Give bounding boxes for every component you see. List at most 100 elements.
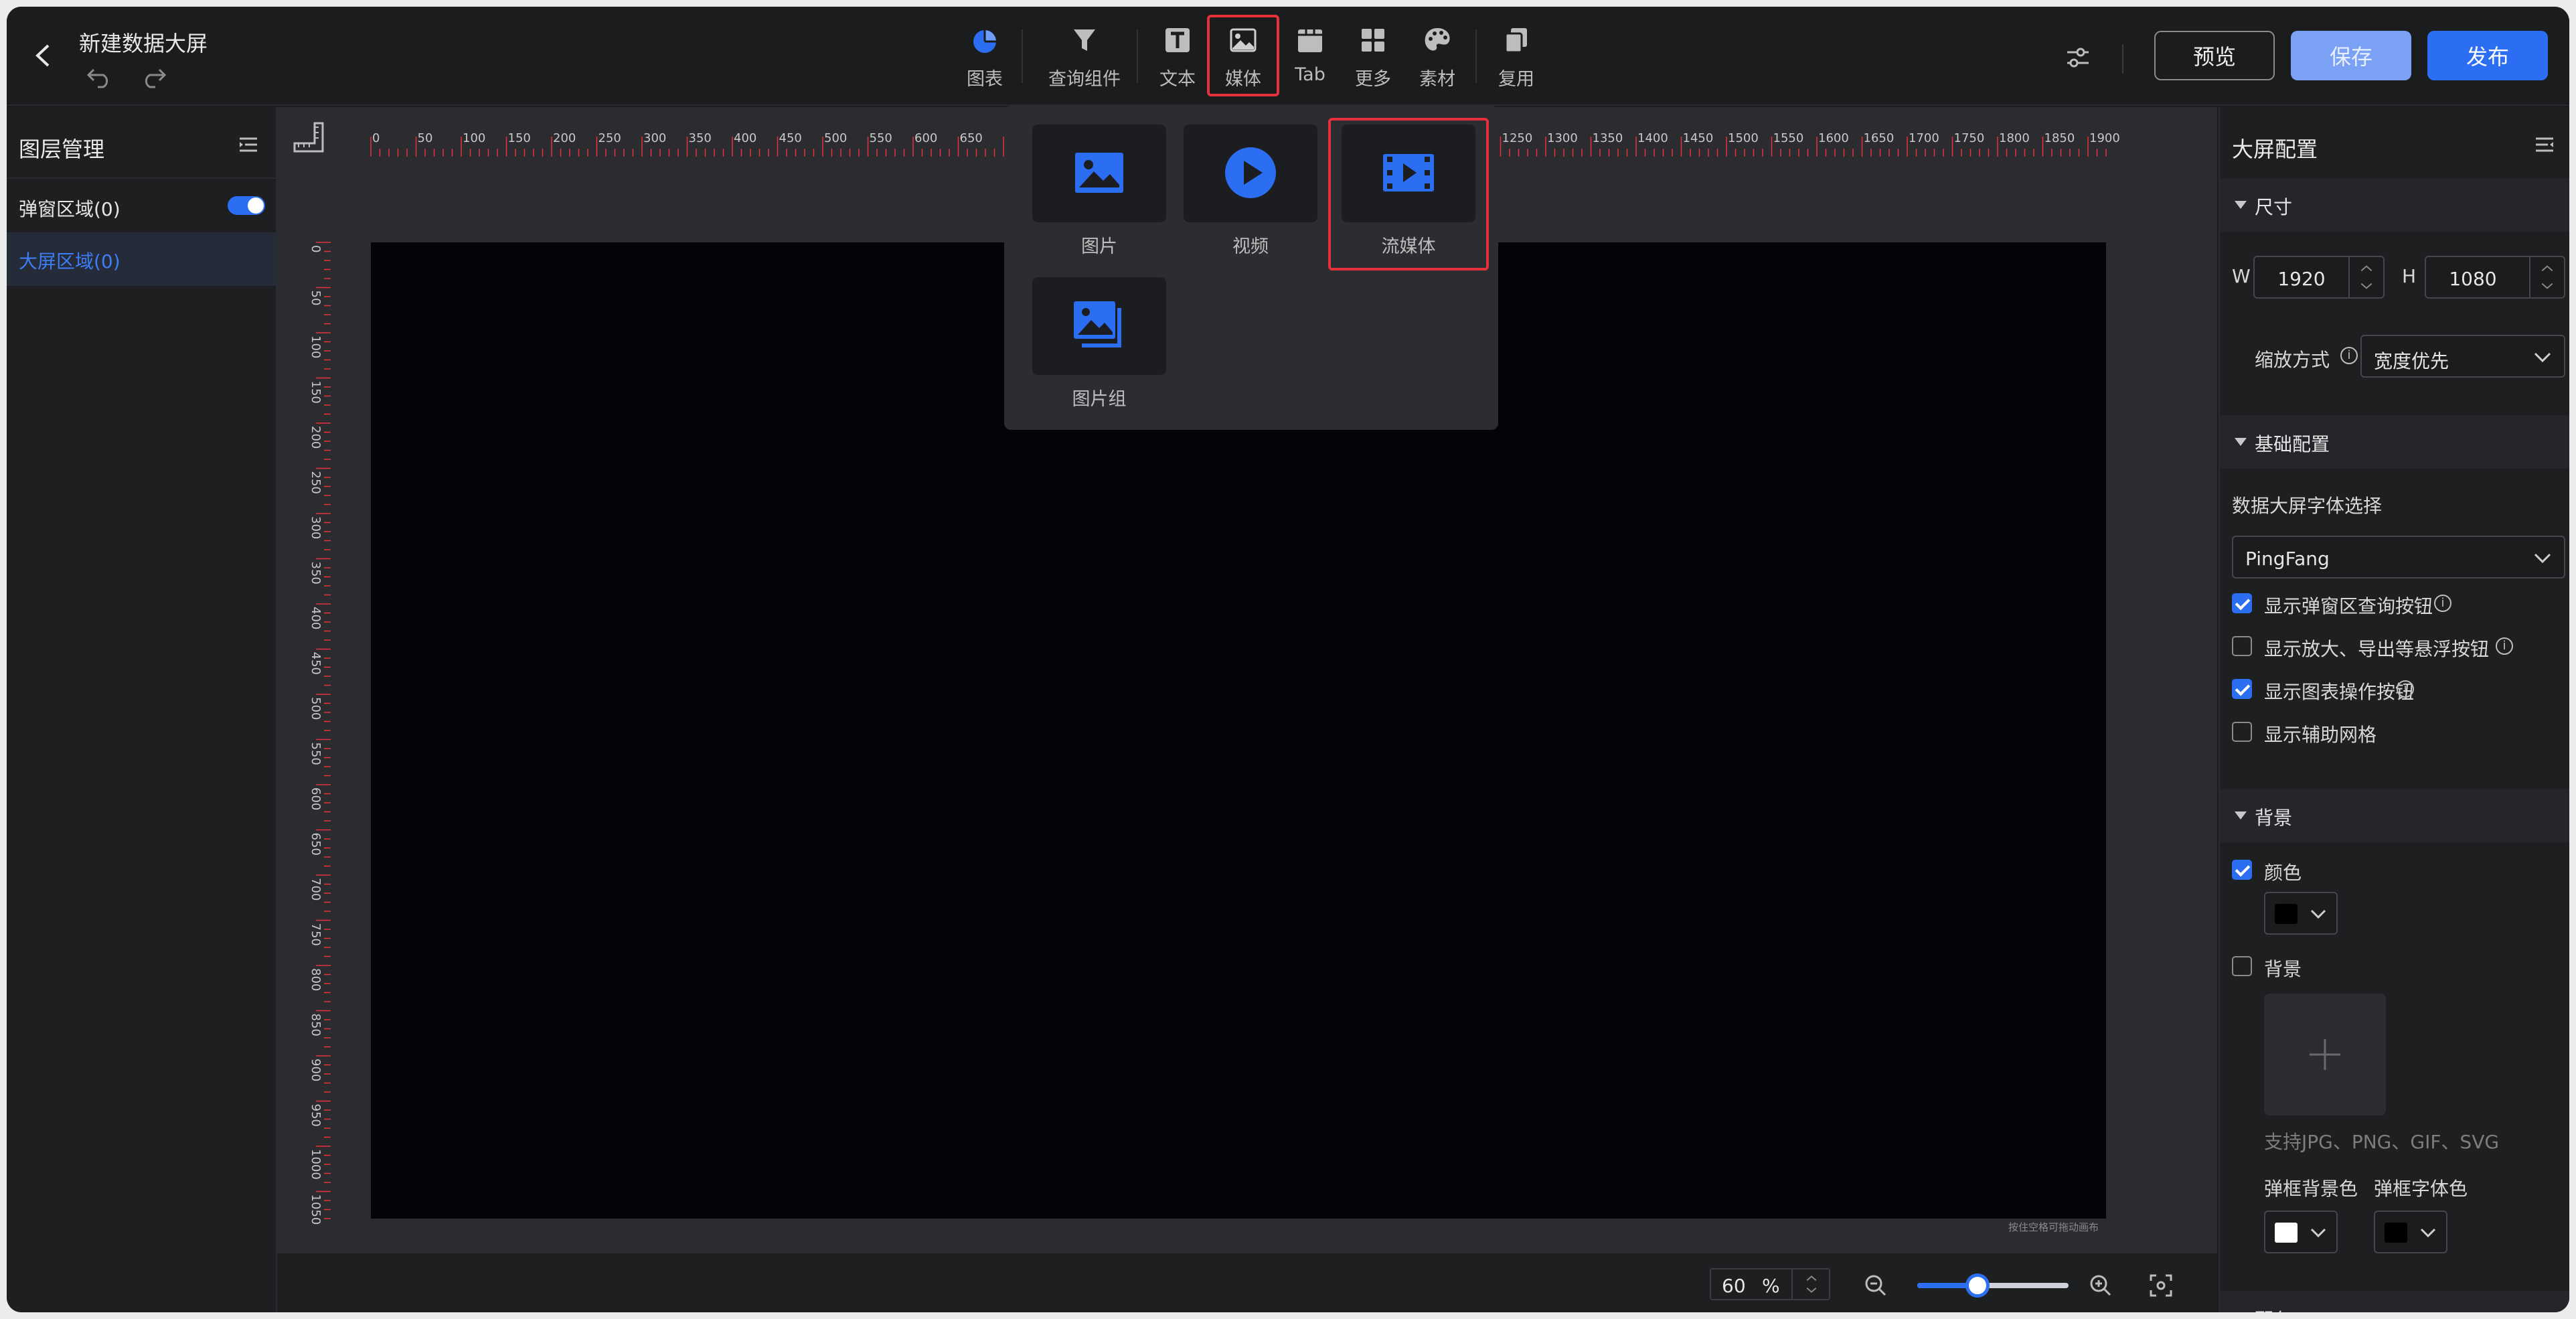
checkbox-bg-image[interactable] [2232, 956, 2252, 976]
info-icon[interactable]: i [2496, 637, 2513, 655]
popup-font-color-label: 弹框字体色 [2374, 1178, 2468, 1200]
tool-reuse-label: 复用 [1498, 69, 1534, 90]
checkbox-grid[interactable] [2232, 722, 2252, 742]
tool-material-label: 素材 [1419, 69, 1455, 90]
chevron-down-icon [2420, 1228, 2436, 1238]
page-title: 新建数据大屏 [79, 31, 208, 56]
fit-screen-icon[interactable] [2149, 1273, 2173, 1298]
back-arrow-icon[interactable] [27, 39, 60, 72]
color-scheme-section-title: 配色 [2255, 1306, 2292, 1312]
ruler-label: 900 [309, 1059, 323, 1081]
scale-mode-select[interactable]: 宽度优先 [2360, 335, 2565, 378]
scale-mode-value: 宽度优先 [2374, 350, 2449, 372]
ruler-label: 200 [553, 131, 576, 145]
tool-text[interactable]: 文本 [1155, 25, 1200, 92]
zoom-in-icon[interactable] [2089, 1273, 2113, 1298]
ruler-label: 100 [463, 131, 485, 145]
ruler-label: 1650 [1864, 131, 1895, 145]
undo-icon[interactable] [86, 64, 112, 88]
preview-button[interactable]: 预览 [2154, 31, 2275, 80]
screen-area-row[interactable]: 大屏区域(0) [7, 232, 276, 286]
ruler-corner-icon[interactable] [291, 119, 327, 155]
media-item-image[interactable]: 图片 [1032, 125, 1166, 258]
tool-tab[interactable]: Tab [1288, 25, 1332, 92]
popup-bg-color-label: 弹框背景色 [2264, 1178, 2358, 1200]
media-item-image-group[interactable]: 图片组 [1032, 277, 1166, 410]
collapse-menu-icon[interactable] [238, 135, 258, 154]
media-item-video[interactable]: 视频 [1184, 125, 1317, 258]
ruler-label: 300 [643, 131, 666, 145]
checkbox-popup-query[interactable] [2232, 593, 2252, 613]
ruler-label: 750 [309, 923, 323, 946]
color-scheme-section-header[interactable]: 配色 [2220, 1291, 2569, 1312]
ruler-label: 650 [960, 131, 983, 145]
tool-query[interactable]: 查询组件 [1044, 25, 1125, 92]
bg-color-picker[interactable] [2264, 892, 2338, 935]
media-dropdown: 图片 视频 流媒体 图片组 [1004, 106, 1498, 430]
ruler-label: 1250 [1502, 131, 1533, 145]
zoom-stepper-icon[interactable] [1791, 1269, 1830, 1299]
copy-icon [1504, 28, 1527, 54]
background-section-header[interactable]: 背景 [2220, 789, 2569, 842]
ruler-label: 1350 [1593, 131, 1623, 145]
ruler-label: 50 [309, 291, 323, 306]
ruler-label: 350 [689, 131, 712, 145]
tab-icon [1298, 29, 1322, 52]
stream-highlight-box [1328, 118, 1489, 270]
settings-sliders-icon[interactable] [2065, 46, 2091, 70]
font-select[interactable]: PingFang [2232, 536, 2565, 578]
zoom-out-icon[interactable] [1864, 1273, 1888, 1298]
upload-hint: 支持JPG、PNG、GIF、SVG [2264, 1131, 2500, 1153]
ruler-label: 250 [598, 131, 621, 145]
ruler-label: 200 [309, 426, 323, 449]
height-input[interactable]: 1080 [2425, 256, 2565, 299]
grid-icon [1362, 29, 1384, 52]
image-group-icon [1074, 301, 1121, 347]
width-input[interactable]: 1920 [2253, 256, 2385, 299]
redo-icon[interactable] [141, 64, 167, 88]
background-section-title: 背景 [2255, 807, 2293, 829]
zoom-input[interactable]: 60 % [1710, 1268, 1830, 1300]
basic-section-header[interactable]: 基础配置 [2220, 415, 2569, 469]
media-item-image-group-label: 图片组 [1072, 389, 1127, 410]
ruler-label: 150 [309, 381, 323, 404]
popup-area-row[interactable]: 弹窗区域(0) [7, 177, 276, 231]
bg-upload-box[interactable] [2264, 994, 2386, 1115]
zoom-slider-thumb[interactable] [1965, 1273, 1990, 1298]
media-item-image-label: 图片 [1081, 236, 1117, 257]
tool-material[interactable]: 素材 [1415, 25, 1459, 92]
zoom-unit: % [1762, 1275, 1780, 1297]
tool-chart[interactable]: 图表 [961, 25, 1008, 92]
panel-menu-icon[interactable] [2534, 135, 2555, 154]
height-stepper-icon[interactable] [2529, 257, 2564, 297]
tool-reuse[interactable]: 复用 [1494, 25, 1538, 92]
save-button[interactable]: 保存 [2291, 31, 2411, 80]
popup-area-toggle[interactable] [228, 196, 265, 215]
chevron-down-icon [2534, 352, 2551, 363]
toolbar-divider [1137, 29, 1138, 83]
ruler-label: 650 [309, 833, 323, 856]
ruler-label: 600 [309, 787, 323, 810]
zoom-slider[interactable] [1917, 1273, 2069, 1298]
popup-font-color-picker[interactable] [2374, 1211, 2447, 1253]
info-icon[interactable]: i [2397, 680, 2414, 698]
publish-button[interactable]: 发布 [2427, 31, 2548, 80]
tool-more-label: 更多 [1355, 69, 1391, 90]
checkbox-bg-color[interactable] [2232, 860, 2252, 880]
ruler-label: 1750 [1954, 131, 1985, 145]
ruler-label: 600 [914, 131, 937, 145]
checkbox-float-buttons[interactable] [2232, 636, 2252, 656]
popup-bg-color-picker[interactable] [2264, 1211, 2338, 1253]
width-value: 1920 [2277, 268, 2326, 290]
ruler-label: 100 [309, 335, 323, 358]
info-icon[interactable]: i [2340, 347, 2358, 364]
size-section-header[interactable]: 尺寸 [2220, 178, 2569, 232]
info-icon[interactable]: i [2434, 595, 2451, 612]
checkbox-chart-actions[interactable] [2232, 679, 2252, 699]
ruler-label: 500 [309, 697, 323, 720]
toolbar-divider [2122, 44, 2123, 74]
tool-more[interactable]: 更多 [1351, 25, 1395, 92]
width-stepper-icon[interactable] [2348, 257, 2383, 297]
ruler-label: 0 [372, 131, 380, 145]
screen-config-panel: 大屏配置 尺寸 W 1920 H 1080 缩放方式 i 宽度优先 基础配置 数… [2219, 107, 2569, 1312]
